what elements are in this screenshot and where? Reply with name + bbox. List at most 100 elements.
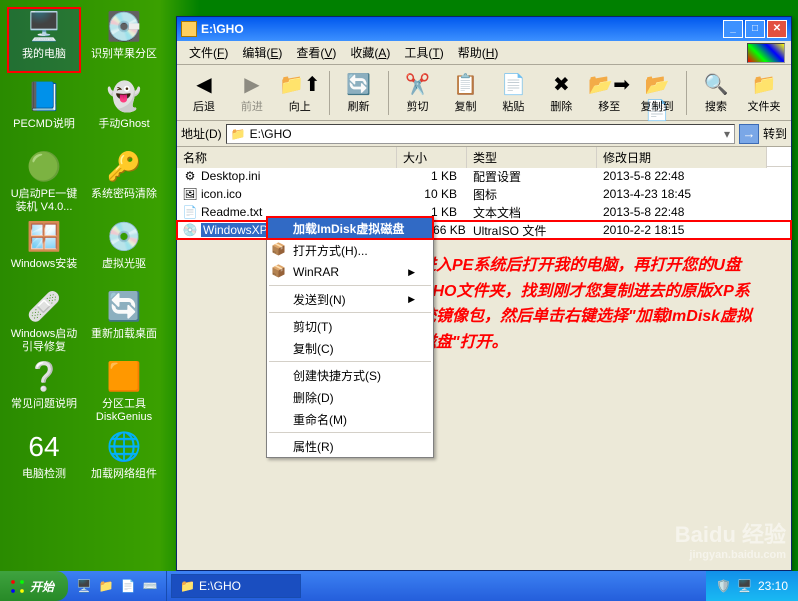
context-item[interactable]: 📦打开方式(H)... bbox=[267, 239, 433, 261]
toolbar-剪切[interactable]: ✂️剪切 bbox=[395, 68, 441, 118]
icon-glyph: 🔄 bbox=[102, 288, 146, 326]
context-item[interactable]: 删除(D) bbox=[267, 386, 433, 408]
icon-glyph: 💽 bbox=[102, 8, 146, 46]
column-header[interactable]: 名称 bbox=[177, 147, 397, 168]
toolbar-刷新[interactable]: 🔄刷新 bbox=[336, 68, 382, 118]
icon-label: 分区工具DiskGenius bbox=[96, 398, 152, 423]
context-item[interactable]: 复制(C) bbox=[267, 337, 433, 359]
icon-glyph: 🟢 bbox=[22, 148, 66, 186]
toolbar-复制到[interactable]: 📂📄复制到 bbox=[634, 68, 680, 118]
taskbar-item[interactable]: 📁E:\GHO bbox=[171, 574, 301, 598]
icon-glyph: 📘 bbox=[22, 78, 66, 116]
address-value: E:\GHO bbox=[250, 127, 292, 141]
minimize-button[interactable]: _ bbox=[723, 20, 743, 38]
file-row[interactable]: 🖼icon.ico10 KB图标2013-4-23 18:45 bbox=[177, 185, 791, 203]
folder-icon bbox=[181, 21, 197, 37]
toolbar-后退[interactable]: ◀后退 bbox=[181, 68, 227, 118]
toolbar: ◀后退▶前进📁⬆向上🔄刷新✂️剪切📋复制📄粘贴✖删除📂➡移至📂📄复制到🔍搜索📁文… bbox=[177, 65, 791, 121]
toolbar-粘贴[interactable]: 📄粘贴 bbox=[490, 68, 536, 118]
menu-item-label: WinRAR bbox=[293, 265, 339, 279]
icon-label: 系统密码清除 bbox=[91, 188, 157, 200]
menu-V[interactable]: 查看(V) bbox=[290, 42, 342, 63]
toolbar-复制[interactable]: 📋复制 bbox=[443, 68, 489, 118]
file-date: 2013-4-23 18:45 bbox=[597, 187, 767, 201]
column-header[interactable]: 大小 bbox=[397, 147, 467, 168]
icon-glyph: 🪟 bbox=[22, 218, 66, 256]
desktop-icon-Windows启动引导修复[interactable]: 🩹Windows启动引导修复 bbox=[8, 288, 80, 352]
desktop-icon-U启动PE一键装机 V4.0...[interactable]: 🟢U启动PE一键装机 V4.0... bbox=[8, 148, 80, 212]
icon-glyph: 🟧 bbox=[102, 358, 146, 396]
desktop-icon-常见问题说明[interactable]: ❔ 常见问题说明 bbox=[8, 358, 80, 422]
start-button[interactable]: 开始 bbox=[0, 571, 68, 601]
file-icon: ⚙ bbox=[183, 169, 197, 183]
tray-icon[interactable]: 🛡️ bbox=[716, 579, 731, 593]
desktop-icon-Windows安装[interactable]: 🪟Windows安装 bbox=[8, 218, 80, 282]
icon-label: 重新加载桌面 bbox=[91, 328, 157, 340]
toolbar-搜索[interactable]: 🔍搜索 bbox=[693, 68, 739, 118]
menu-H[interactable]: 帮助(H) bbox=[452, 42, 505, 63]
toolbar-向上[interactable]: 📁⬆向上 bbox=[277, 68, 323, 118]
maximize-button[interactable]: □ bbox=[745, 20, 765, 38]
quick-launch-item[interactable]: ⌨️ bbox=[140, 576, 160, 596]
context-item[interactable]: 属性(R) bbox=[267, 435, 433, 457]
desktop-icon-识别苹果分区[interactable]: 💽识别苹果分区 bbox=[88, 8, 160, 72]
toolbar-移至[interactable]: 📂➡移至 bbox=[586, 68, 632, 118]
dropdown-icon[interactable]: ▾ bbox=[724, 127, 730, 141]
system-tray[interactable]: 🛡️ 🖥️ 23:10 bbox=[706, 571, 798, 601]
menu-T[interactable]: 工具(T) bbox=[398, 42, 449, 63]
quick-launch-item[interactable]: 📁 bbox=[96, 576, 116, 596]
menu-E[interactable]: 编辑(E) bbox=[236, 42, 288, 63]
desktop-icon-PECMD说明[interactable]: 📘PECMD说明 bbox=[8, 78, 80, 142]
title-bar[interactable]: E:\GHO _ □ ✕ bbox=[177, 17, 791, 41]
context-item[interactable]: 📦WinRAR▶ bbox=[267, 261, 433, 283]
task-items: 📁E:\GHO bbox=[167, 574, 706, 598]
icon-glyph: 🌐 bbox=[102, 428, 146, 466]
address-field[interactable]: 📁 E:\GHO ▾ bbox=[226, 124, 735, 144]
file-date: 2013-5-8 22:48 bbox=[597, 169, 767, 183]
context-menu: 加载ImDisk虚拟磁盘📦打开方式(H)...📦WinRAR▶发送到(N)▶剪切… bbox=[266, 216, 434, 458]
icon-glyph: ❔ bbox=[22, 358, 66, 396]
quick-launch: 🖥️ 📁 📄 ⌨️ bbox=[68, 571, 167, 601]
context-item[interactable]: 重命名(M) bbox=[267, 408, 433, 430]
menu-F[interactable]: 文件(F) bbox=[183, 42, 234, 63]
folder-icon: 📁 bbox=[231, 127, 246, 141]
icon-label: Windows启动引导修复 bbox=[11, 328, 78, 353]
icon-glyph: 👻 bbox=[102, 78, 146, 116]
context-item[interactable]: 加载ImDisk虚拟磁盘 bbox=[267, 217, 433, 239]
quick-launch-item[interactable]: 🖥️ bbox=[74, 576, 94, 596]
desktop-icon-分区工具DiskGenius[interactable]: 🟧分区工具DiskGenius bbox=[88, 358, 160, 422]
close-button[interactable]: ✕ bbox=[767, 20, 787, 38]
context-item[interactable]: 发送到(N)▶ bbox=[267, 288, 433, 310]
tray-icon[interactable]: 🖥️ bbox=[737, 579, 752, 593]
icon-glyph: 🖥️ bbox=[22, 8, 66, 46]
column-header[interactable]: 类型 bbox=[467, 147, 597, 168]
toolbar-文件夹[interactable]: 📁文件夹 bbox=[741, 68, 787, 118]
menu-item-icon: 📦 bbox=[271, 264, 287, 280]
menu-item-label: 重命名(M) bbox=[293, 411, 347, 428]
folder-icon: 📁 bbox=[180, 579, 195, 593]
context-item[interactable]: 剪切(T) bbox=[267, 315, 433, 337]
go-button[interactable]: → bbox=[739, 124, 759, 144]
desktop-icon-电脑检测[interactable]: 64电脑检测 bbox=[8, 428, 80, 492]
desktop-icon-加载网络组件[interactable]: 🌐加载网络组件 bbox=[88, 428, 160, 492]
file-name: Desktop.ini bbox=[201, 169, 260, 183]
context-item[interactable]: 创建快捷方式(S) bbox=[267, 364, 433, 386]
desktop-icon-重新加载桌面[interactable]: 🔄 重新加载桌面 bbox=[88, 288, 160, 352]
desktop-icon-虚拟光驱[interactable]: 💿虚拟光驱 bbox=[88, 218, 160, 282]
submenu-arrow-icon: ▶ bbox=[408, 294, 415, 305]
windows-logo-icon bbox=[8, 577, 26, 595]
column-header[interactable]: 修改日期 bbox=[597, 147, 767, 168]
file-type: 图标 bbox=[467, 186, 597, 203]
address-label: 地址(D) bbox=[181, 125, 222, 142]
menu-A[interactable]: 收藏(A) bbox=[344, 42, 396, 63]
icon-glyph: 🔑 bbox=[102, 148, 146, 186]
desktop-icon-我的电脑[interactable]: 🖥️我的电脑 bbox=[8, 8, 80, 72]
file-row[interactable]: ⚙Desktop.ini1 KB配置设置2013-5-8 22:48 bbox=[177, 167, 791, 185]
toolbar-删除[interactable]: ✖删除 bbox=[538, 68, 584, 118]
icon-label: 常见问题说明 bbox=[11, 398, 77, 410]
menu-item-icon: 📦 bbox=[271, 242, 287, 258]
file-icon: 📄 bbox=[183, 205, 197, 219]
desktop-icon-系统密码清除[interactable]: 🔑 系统密码清除 bbox=[88, 148, 160, 212]
desktop-icon-手动Ghost[interactable]: 👻手动Ghost bbox=[88, 78, 160, 142]
quick-launch-item[interactable]: 📄 bbox=[118, 576, 138, 596]
